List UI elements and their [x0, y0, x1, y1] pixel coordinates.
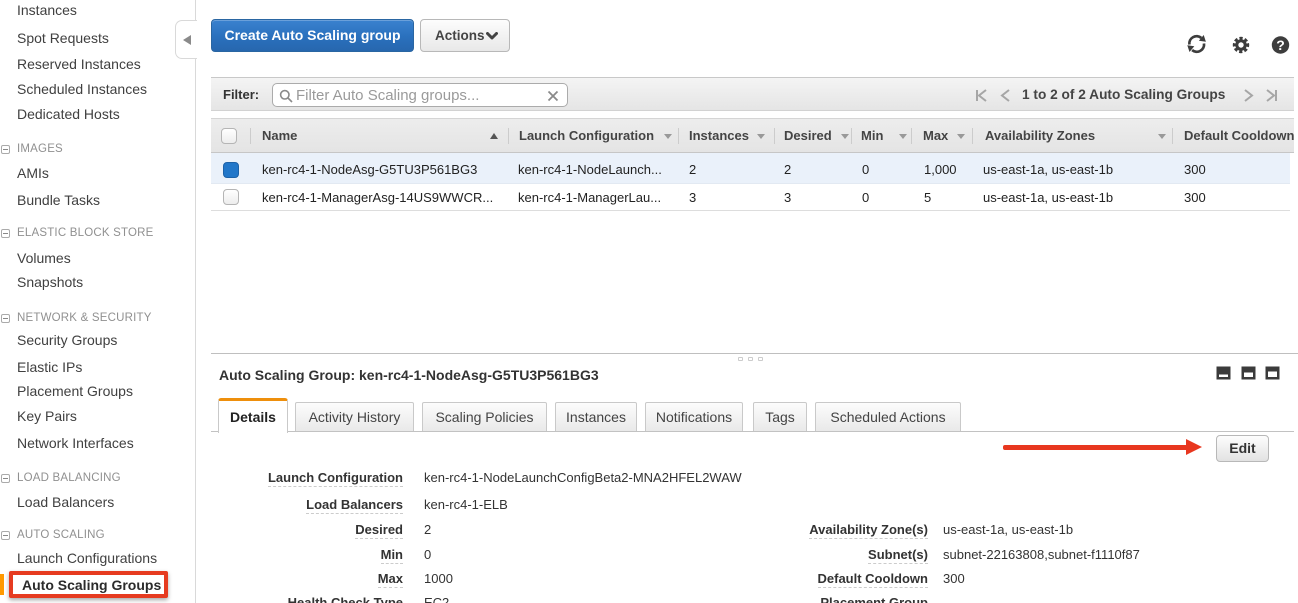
svg-text:?: ? — [1276, 37, 1285, 53]
